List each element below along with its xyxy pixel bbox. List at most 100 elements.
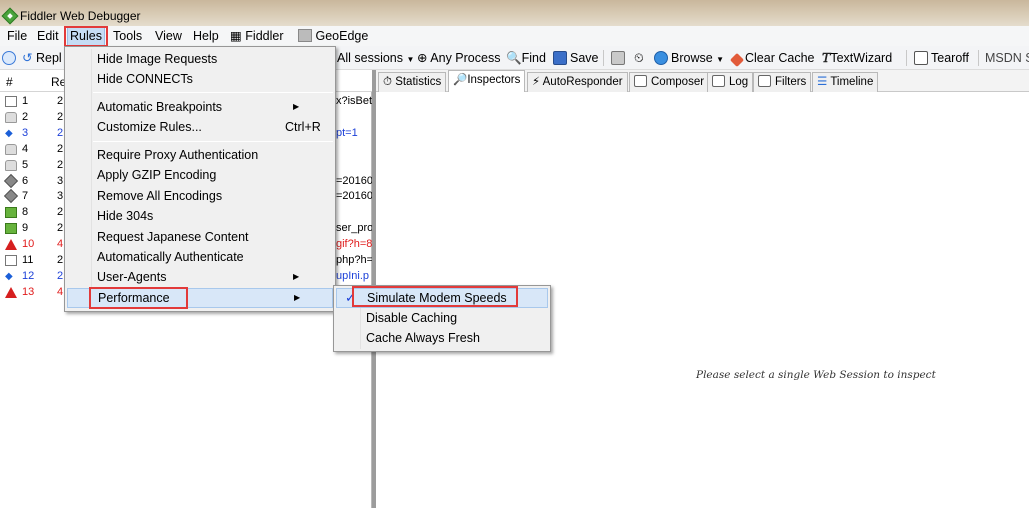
column-header-number[interactable]: # — [6, 75, 13, 89]
session-res: 4 — [57, 238, 64, 251]
dropdown-arrow-icon: ▼ — [406, 55, 415, 64]
arrows-icon: ◆ — [5, 270, 13, 282]
timeline-icon: ☰ — [817, 76, 828, 88]
menu-item-disable-caching[interactable]: Disable Caching — [336, 308, 548, 328]
tab-inspectors[interactable]: 🔎Inspectors — [448, 70, 526, 92]
menu-item-cache-always-fresh[interactable]: Cache Always Fresh — [336, 328, 548, 348]
menu-item-remove-encodings[interactable]: Remove All Encodings — [67, 186, 333, 206]
session-num: 1 — [22, 95, 29, 107]
stopwatch-icon: ⏱ — [383, 76, 392, 88]
session-num: 12 — [22, 269, 35, 282]
tab-timeline[interactable]: ☰ Timeline — [812, 72, 879, 92]
warning-icon — [5, 239, 17, 251]
menu-item-hide-connects[interactable]: Hide CONNECTs — [67, 69, 333, 89]
tab-statistics[interactable]: ⏱ Statistics — [378, 72, 447, 92]
textwizard-button[interactable]: 𝑇TextWizard — [822, 49, 892, 67]
save-icon — [553, 51, 567, 65]
save-button[interactable]: Save — [553, 49, 599, 67]
menu-item-hide-304s[interactable]: Hide 304s — [67, 206, 333, 226]
session-num: 8 — [22, 206, 29, 219]
checkmark-icon: ✓ — [345, 290, 356, 305]
clock-icon: ⏲ — [634, 51, 644, 65]
submenu-arrow-icon: ▶ — [293, 102, 300, 111]
inspector-tabs: ⏱ Statistics 🔎Inspectors ⚡ AutoResponder… — [376, 70, 1029, 92]
inspector-hint: Please select a single Web Session to in… — [696, 369, 936, 381]
tearoff-button[interactable]: Tearoff — [914, 49, 969, 67]
lightning-icon: ⚡ — [532, 76, 541, 88]
session-res: 2 — [57, 222, 64, 235]
menu-geoedge[interactable]: GeoEdge — [296, 26, 370, 46]
session-num: 11 — [22, 254, 34, 266]
rules-menu: Hide Image Requests Hide CONNECTs Automa… — [64, 46, 336, 312]
dropdown-arrow-icon: ▼ — [716, 55, 725, 64]
camera-icon — [611, 51, 625, 65]
tab-log[interactable]: Log — [707, 72, 754, 92]
menu-rules[interactable]: Rules — [67, 26, 105, 46]
session-num: 9 — [22, 222, 29, 235]
session-num: 6 — [22, 174, 29, 187]
menu-bar: File Edit Rules Tools View Help ▦ Fiddle… — [0, 26, 1029, 46]
replay-icon: ↺ — [22, 51, 33, 65]
menu-item-apply-gzip[interactable]: Apply GZIP Encoding — [67, 165, 333, 185]
session-num: 2 — [22, 110, 29, 123]
session-num: 3 — [22, 126, 29, 139]
tab-composer[interactable]: Composer — [629, 72, 710, 92]
session-res: 2 — [57, 254, 64, 266]
menu-item-automatic-breakpoints[interactable]: Automatic Breakpoints ▶ — [67, 97, 333, 117]
shortcut-label: Ctrl+R — [285, 120, 321, 134]
menu-item-user-agents[interactable]: User-Agents ▶ — [67, 267, 333, 287]
session-res: 3 — [57, 174, 64, 187]
document-icon — [5, 255, 17, 266]
submenu-arrow-icon: ▶ — [294, 293, 301, 302]
lock-icon — [5, 159, 17, 171]
binoculars-icon: 🔍 — [506, 51, 522, 65]
fiddler-grid-icon: ▦ — [230, 29, 242, 43]
menu-item-performance[interactable]: Performance ▶ — [67, 288, 333, 308]
session-res: 4 — [57, 285, 64, 298]
menu-item-request-japanese[interactable]: Request Japanese Content — [67, 227, 333, 247]
replay-button[interactable]: ↺ Repl — [22, 49, 62, 67]
menu-help[interactable]: Help — [191, 26, 221, 46]
menu-item-hide-image-requests[interactable]: Hide Image Requests — [67, 49, 333, 69]
geoedge-icon — [298, 29, 312, 42]
session-res: 2 — [57, 110, 64, 123]
timer-button[interactable]: ⏲ — [634, 49, 644, 67]
session-url: pt=1 — [336, 126, 358, 139]
menu-tools[interactable]: Tools — [111, 26, 144, 46]
session-url: upIni.p — [336, 269, 370, 282]
comment-icon — [2, 51, 16, 65]
image-icon — [5, 207, 17, 219]
menu-edit[interactable]: Edit — [35, 26, 61, 46]
browse-button[interactable]: Browse ▼ — [654, 49, 724, 67]
session-num: 4 — [22, 142, 29, 155]
clear-cache-button[interactable]: Clear Cache — [729, 49, 814, 68]
session-num: 13 — [22, 285, 35, 298]
screenshot-button[interactable] — [611, 49, 628, 67]
performance-submenu: ✓ Simulate Modem Speeds Disable Caching C… — [333, 285, 551, 352]
arrows-icon: ◆ — [5, 127, 13, 139]
window-title: Fiddler Web Debugger — [20, 9, 141, 23]
menu-item-customize-rules[interactable]: Customize Rules... Ctrl+R — [67, 117, 333, 137]
session-num: 10 — [22, 238, 35, 251]
session-res: 2 — [57, 158, 64, 171]
msdn-search-box[interactable]: MSDN S — [985, 49, 1029, 67]
menu-item-auto-authenticate[interactable]: Automatically Authenticate — [67, 247, 333, 267]
session-num: 5 — [22, 158, 29, 171]
ie-browser-icon — [654, 51, 668, 65]
menu-item-require-proxy-auth[interactable]: Require Proxy Authentication — [67, 145, 333, 165]
session-url: =20160 — [336, 190, 374, 203]
log-icon — [712, 75, 725, 87]
comment-button[interactable] — [2, 49, 19, 67]
toolbar-separator — [603, 50, 604, 66]
tab-filters[interactable]: Filters — [753, 72, 812, 92]
menu-item-simulate-modem-speeds[interactable]: ✓ Simulate Modem Speeds — [336, 288, 548, 308]
tab-autoresponder[interactable]: ⚡ AutoResponder — [527, 72, 628, 92]
menu-file[interactable]: File — [5, 26, 29, 46]
process-filter-button[interactable]: ⊕ Any Process — [417, 49, 500, 67]
session-res: 2 — [57, 142, 64, 155]
sessions-dropdown[interactable]: All sessions ▼ — [337, 49, 414, 67]
menu-fiddler[interactable]: ▦ Fiddler — [228, 26, 286, 46]
session-url: gif?h=8 — [336, 238, 373, 251]
find-button[interactable]: 🔍Find — [506, 49, 546, 67]
menu-view[interactable]: View — [153, 26, 184, 46]
